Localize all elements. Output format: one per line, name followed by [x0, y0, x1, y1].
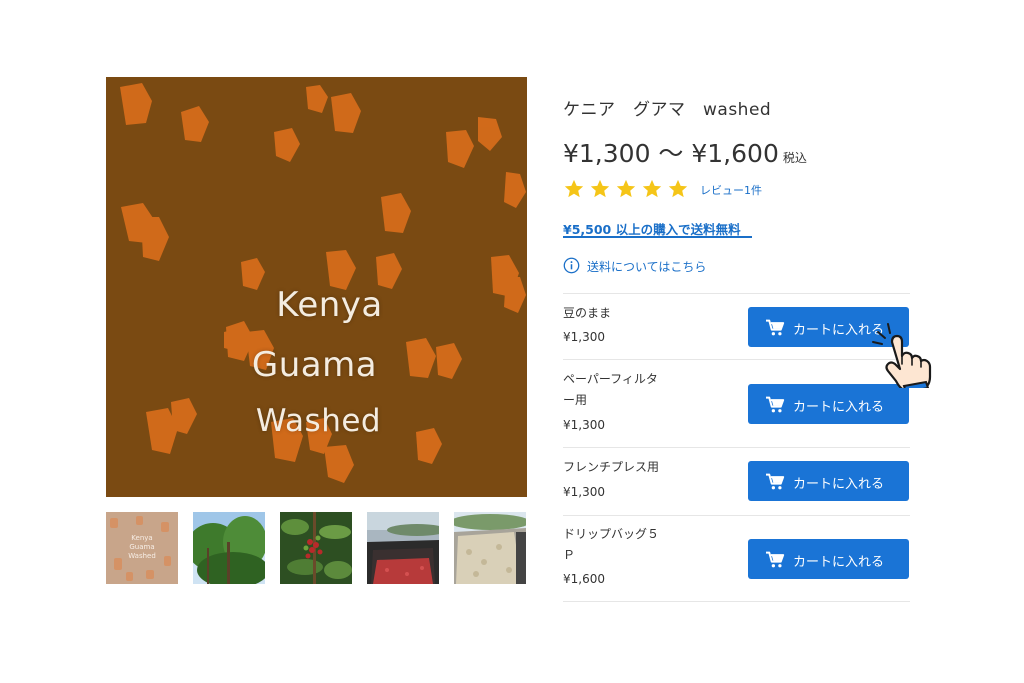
variant-name-line-1: ドリップバッグ５: [563, 527, 660, 541]
add-to-cart-label: カートに入れる: [793, 400, 885, 415]
review-link[interactable]: レビュー1件: [700, 182, 762, 198]
shipping-info-label: 送料についてはこちら: [587, 260, 707, 274]
star-icon: [642, 179, 662, 198]
variant-name-line-2: ー用: [563, 393, 588, 407]
thumbnail-1-line-2: Guama: [129, 543, 155, 551]
image-text-line-2: Guama: [251, 345, 378, 385]
free-shipping-underline: [563, 236, 752, 238]
thumbnail-1-line-1: Kenya: [131, 534, 153, 542]
variant-name: フレンチプレス用: [563, 460, 660, 474]
image-text-line-3: Washed: [255, 403, 382, 439]
product-main-image: Kenya Guama Washed: [106, 77, 527, 497]
cart-icon: [766, 396, 785, 413]
divider: [563, 601, 910, 602]
price-range: ¥1,300 〜 ¥1,600: [563, 139, 779, 168]
thumbnail-1[interactable]: Kenya Guama Washed: [106, 512, 178, 584]
coffee-tree-photo: [193, 512, 265, 584]
thumbnail-5[interactable]: [454, 512, 526, 584]
thumbnail-1-line-3: Washed: [128, 552, 156, 560]
divider: [563, 359, 910, 360]
product-title: ケニア グアマ washed: [563, 100, 772, 120]
coffee-cherries-photo: [280, 512, 352, 584]
info-icon: [563, 257, 580, 274]
star-icon: [590, 179, 610, 198]
star-icon: [668, 179, 688, 198]
drying-beds-red-photo: [367, 512, 439, 584]
variant-name-line-2: Ｐ: [563, 548, 576, 562]
image-text-line-1: Kenya: [276, 285, 383, 325]
product-price: ¥1,300 〜 ¥1,600 税込: [563, 134, 807, 170]
add-to-cart-button[interactable]: カートに入れる: [748, 539, 909, 579]
hand-pointer-icon: [872, 323, 932, 388]
variant-name: 豆のまま: [563, 306, 612, 320]
add-to-cart-label: カートに入れる: [793, 477, 885, 492]
drying-beds-beans-photo: [454, 512, 526, 584]
variant-name-line-1: ペーパーフィルタ: [563, 372, 658, 386]
star-icon: [564, 179, 584, 198]
cart-icon: [766, 551, 785, 568]
add-to-cart-button[interactable]: カートに入れる: [748, 461, 909, 501]
thumbnail-4[interactable]: [367, 512, 439, 584]
tax-label: 税込: [782, 151, 807, 165]
variant-price: ¥1,600: [563, 572, 605, 586]
cart-icon: [766, 473, 785, 490]
star-icon: [616, 179, 636, 198]
cart-icon: [766, 319, 785, 336]
thumbnail-3[interactable]: [280, 512, 352, 584]
divider: [563, 293, 910, 294]
add-to-cart-label: カートに入れる: [793, 555, 885, 570]
add-to-cart-button[interactable]: カートに入れる: [748, 384, 909, 424]
divider: [563, 515, 910, 516]
thumbnail-2[interactable]: [193, 512, 265, 584]
variant-price: ¥1,300: [563, 330, 605, 344]
divider: [563, 447, 910, 448]
thumbnail-strip: Kenya Guama Washed: [106, 512, 527, 584]
variant-price: ¥1,300: [563, 485, 605, 499]
variant-price: ¥1,300: [563, 418, 605, 432]
